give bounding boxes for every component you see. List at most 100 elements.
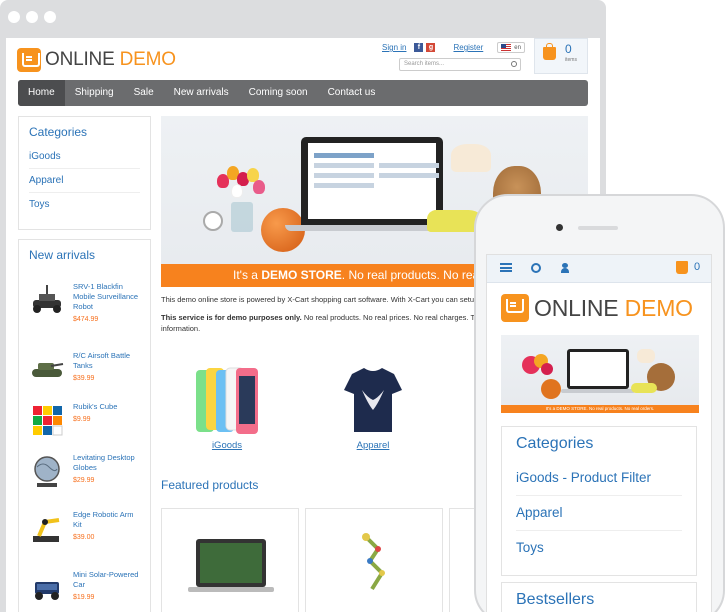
search-input[interactable]: Search items... bbox=[399, 58, 521, 71]
banner-text-suffix: . No real products. No real bbox=[341, 268, 482, 282]
lamp-illustration bbox=[451, 144, 491, 172]
macbook-image[interactable] bbox=[162, 509, 300, 612]
store-logo[interactable]: ONLINE DEMO bbox=[17, 48, 176, 72]
nav-home[interactable]: Home bbox=[18, 80, 65, 106]
mobile-bestsellers-box: Bestsellers bbox=[501, 582, 697, 612]
product-item[interactable]: Rubik's Cube $9.99 bbox=[29, 402, 143, 438]
vase-illustration bbox=[231, 202, 253, 232]
category-tile-label[interactable]: Apparel bbox=[338, 440, 408, 451]
nav-contact-us[interactable]: Contact us bbox=[318, 80, 386, 106]
mobile-category-apparel[interactable]: Apparel bbox=[516, 496, 682, 531]
window-controls bbox=[8, 11, 56, 23]
logo-word-2: DEMO bbox=[119, 49, 176, 70]
product-name[interactable]: Rubik's Cube bbox=[73, 402, 143, 412]
category-tile-apparel[interactable]: Apparel bbox=[338, 364, 408, 451]
user-account-icon[interactable] bbox=[561, 263, 569, 273]
globe-thumbnail[interactable] bbox=[29, 453, 65, 489]
product-name[interactable]: R/C Airsoft Battle Tanks bbox=[73, 351, 143, 371]
language-label: en bbox=[514, 44, 521, 51]
hamburger-menu-icon[interactable] bbox=[500, 263, 512, 272]
main-nav: Home Shipping Sale New arrivals Coming s… bbox=[18, 80, 588, 106]
category-toys[interactable]: Toys bbox=[29, 193, 140, 216]
product-item[interactable]: SRV-1 Blackfin Mobile Surveillance Robot… bbox=[29, 282, 143, 323]
product-price: $29.99 bbox=[73, 477, 95, 484]
nav-coming-soon[interactable]: Coming soon bbox=[239, 80, 318, 106]
product-name[interactable]: Levitating Desktop Globes bbox=[73, 453, 143, 473]
facebook-icon[interactable]: f bbox=[414, 43, 424, 52]
nav-shipping[interactable]: Shipping bbox=[65, 80, 124, 106]
robotic-arm-thumbnail[interactable] bbox=[29, 510, 65, 546]
product-item[interactable]: Levitating Desktop Globes $29.99 bbox=[29, 453, 143, 489]
sign-in-link[interactable]: Sign in bbox=[382, 43, 406, 52]
search-icon[interactable] bbox=[531, 263, 541, 273]
shopping-bag-icon[interactable] bbox=[676, 261, 688, 274]
product-price: $39.99 bbox=[73, 375, 95, 382]
solar-car-thumbnail[interactable] bbox=[29, 570, 65, 606]
top-links: Sign in f g Register en bbox=[382, 42, 525, 53]
alarm-clock-illustration bbox=[203, 211, 223, 231]
register-link[interactable]: Register bbox=[453, 43, 483, 52]
category-apparel[interactable]: Apparel bbox=[29, 169, 140, 193]
shopping-bag-icon bbox=[543, 43, 556, 60]
product-price: $474.99 bbox=[73, 316, 99, 323]
window-dot-1[interactable] bbox=[8, 11, 20, 23]
search-placeholder: Search items... bbox=[404, 61, 445, 67]
category-list: iGoods Apparel Toys bbox=[19, 139, 150, 216]
logo-cart-icon bbox=[501, 294, 529, 322]
mobile-category-igoods[interactable]: iGoods - Product Filter bbox=[516, 461, 682, 496]
rubiks-cube-thumbnail[interactable] bbox=[29, 402, 65, 438]
featured-products-title: Featured products bbox=[161, 478, 259, 492]
mini-cart[interactable]: 0 items bbox=[534, 38, 588, 74]
mobile-cart-count[interactable]: 0 bbox=[694, 261, 700, 273]
mobile-toolbar: 0 bbox=[487, 255, 711, 283]
product-name[interactable]: Edge Robotic Arm Kit bbox=[73, 510, 143, 530]
category-tile-label[interactable]: iGoods bbox=[192, 440, 262, 451]
product-name[interactable]: SRV-1 Blackfin Mobile Surveillance Robot bbox=[73, 282, 143, 312]
nav-new-arrivals[interactable]: New arrivals bbox=[164, 80, 239, 106]
robot-thumbnail[interactable] bbox=[29, 282, 65, 318]
us-flag-icon bbox=[501, 44, 512, 51]
product-name[interactable]: Mini Solar-Powered Car bbox=[73, 570, 143, 590]
mobile-banner-illustration bbox=[522, 349, 675, 399]
iphone-colors-image[interactable] bbox=[192, 364, 262, 436]
google-plus-icon[interactable]: g bbox=[426, 43, 436, 52]
tulips-illustration bbox=[217, 166, 265, 201]
nav-sale[interactable]: Sale bbox=[124, 80, 164, 106]
mobile-demo-notice: It's a DEMO STORE. No real products. No … bbox=[501, 405, 699, 413]
mobile-category-list: iGoods - Product Filter Apparel Toys bbox=[502, 461, 696, 565]
product-item[interactable]: Mini Solar-Powered Car $19.99 bbox=[29, 570, 143, 606]
mobile-categories-title: Categories bbox=[516, 435, 594, 452]
mobile-hero-banner[interactable]: It's a DEMO STORE. No real products. No … bbox=[501, 335, 699, 413]
logo-word-2: DEMO bbox=[624, 294, 693, 321]
toy-figure-image[interactable] bbox=[306, 509, 444, 612]
new-arrivals-title: New arrivals bbox=[29, 248, 96, 262]
featured-product-card[interactable] bbox=[305, 508, 443, 612]
mobile-bestsellers-title: Bestsellers bbox=[516, 591, 595, 608]
language-selector[interactable]: en bbox=[497, 42, 525, 53]
category-tile-igoods[interactable]: iGoods bbox=[192, 364, 262, 451]
cart-items-label: items bbox=[565, 57, 577, 63]
product-price: $9.99 bbox=[73, 416, 91, 423]
banner-text-highlight: DEMO STORE bbox=[261, 268, 342, 282]
mobile-page: 0 ONLINE DEMO It's a DEMO STORE. No real… bbox=[486, 254, 712, 612]
mobile-store-logo[interactable]: ONLINE DEMO bbox=[501, 294, 693, 322]
banner-text-prefix: It's a bbox=[233, 268, 262, 282]
cart-count: 0 bbox=[565, 42, 572, 56]
mobile-category-toys[interactable]: Toys bbox=[516, 531, 682, 565]
window-dot-3[interactable] bbox=[44, 11, 56, 23]
category-igoods[interactable]: iGoods bbox=[29, 145, 140, 169]
tshirt-image[interactable] bbox=[338, 364, 408, 436]
description-bold: This service is for demo purposes only. bbox=[161, 313, 302, 322]
product-item[interactable]: R/C Airsoft Battle Tanks $39.99 bbox=[29, 351, 143, 387]
phone-device: 0 ONLINE DEMO It's a DEMO STORE. No real… bbox=[474, 194, 725, 612]
tank-thumbnail[interactable] bbox=[29, 351, 65, 387]
logo-word-1: ONLINE bbox=[534, 294, 619, 321]
search-icon[interactable] bbox=[511, 61, 517, 67]
mobile-categories-box: Categories iGoods - Product Filter Appar… bbox=[501, 426, 697, 576]
product-item[interactable]: Edge Robotic Arm Kit $39.00 bbox=[29, 510, 143, 546]
logo-cart-icon bbox=[17, 48, 41, 72]
window-dot-2[interactable] bbox=[26, 11, 38, 23]
featured-product-card[interactable] bbox=[161, 508, 299, 612]
product-price: $19.99 bbox=[73, 594, 95, 601]
categories-box: Categories iGoods Apparel Toys bbox=[18, 116, 151, 230]
